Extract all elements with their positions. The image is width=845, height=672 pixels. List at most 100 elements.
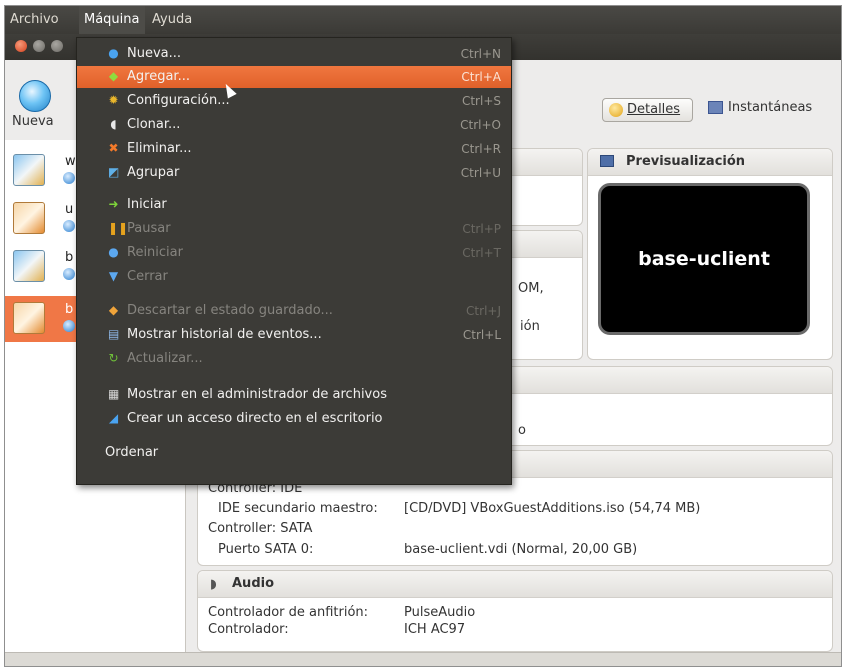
new-vm-icon[interactable] bbox=[19, 80, 51, 112]
menu-item-label: Reiniciar bbox=[127, 245, 183, 260]
maximize-window-icon[interactable] bbox=[51, 40, 63, 52]
menu-item-ordenar[interactable]: Ordenar bbox=[77, 442, 511, 464]
menu-item-label: Configuración... bbox=[127, 93, 230, 108]
delete-icon: ✖ bbox=[108, 141, 119, 155]
storage-ide-value: [CD/DVD] VBoxGuestAdditions.iso (54,74 M… bbox=[404, 501, 701, 516]
snapshots-button[interactable]: Instantáneas bbox=[728, 100, 812, 115]
menu-item-actualizar: ↻ Actualizar... bbox=[77, 348, 511, 370]
menu-item-label: Ordenar bbox=[105, 445, 159, 460]
start-icon: ➜ bbox=[108, 197, 119, 211]
menu-item-descartar: ◆ Descartar el estado guardado... Ctrl+J bbox=[77, 300, 511, 322]
system-partial-text: OM, bbox=[518, 281, 544, 296]
add-icon: ◆ bbox=[108, 69, 119, 83]
machine-menu: ● Nueva... Ctrl+N ◆ Agregar... Ctrl+A ✹ … bbox=[76, 37, 512, 485]
menu-item-label: Actualizar... bbox=[127, 351, 203, 366]
menu-item-label: Cerrar bbox=[127, 269, 168, 284]
vm-name: w bbox=[65, 154, 76, 169]
display-partial-text: o bbox=[518, 423, 526, 438]
speaker-icon: ◗ bbox=[210, 577, 217, 592]
gear-icon bbox=[609, 103, 623, 117]
close-icon: ▼ bbox=[108, 269, 119, 283]
settings-icon: ✹ bbox=[108, 93, 119, 107]
log-icon: ▤ bbox=[108, 327, 120, 341]
audio-title: Audio bbox=[232, 576, 275, 591]
menu-item-label: Eliminar... bbox=[127, 141, 192, 156]
details-button[interactable]: Detalles bbox=[602, 98, 693, 122]
reset-icon: ● bbox=[108, 245, 119, 259]
menu-item-eliminar[interactable]: ✖ Eliminar... Ctrl+R bbox=[77, 138, 511, 160]
menu-item-label: Agrupar bbox=[127, 165, 180, 180]
card-header[interactable]: ◗ Audio bbox=[198, 571, 832, 598]
menu-item-historial[interactable]: ▤ Mostrar historial de eventos... Ctrl+L bbox=[77, 324, 511, 346]
windows-7-icon bbox=[13, 250, 45, 282]
audio-card: ◗ Audio Controlador de anfitrión: PulseA… bbox=[197, 570, 833, 652]
clone-icon: ◖ bbox=[110, 117, 117, 131]
menu-archivo[interactable]: Archivo bbox=[5, 6, 64, 34]
vm-name: b bbox=[65, 250, 74, 265]
menu-item-shortcut: Ctrl+O bbox=[460, 118, 501, 132]
ubuntu-icon bbox=[13, 202, 45, 234]
discard-icon: ◆ bbox=[108, 303, 119, 317]
storage-controller-sata: Controller: SATA bbox=[208, 521, 313, 536]
menu-item-label: Descartar el estado guardado... bbox=[127, 303, 333, 318]
menu-item-cerrar: ▼ Cerrar bbox=[77, 266, 511, 288]
menu-item-label: Nueva... bbox=[127, 46, 182, 61]
menu-item-label: Iniciar bbox=[127, 197, 167, 212]
menu-item-shortcut: Ctrl+T bbox=[462, 246, 501, 260]
menu-item-label: Agregar... bbox=[127, 69, 190, 84]
menu-item-iniciar[interactable]: ➜ Iniciar bbox=[77, 194, 511, 216]
system-partial-text: ión bbox=[520, 319, 540, 334]
menu-item-reiniciar: ● Reiniciar Ctrl+T bbox=[77, 242, 511, 264]
refresh-icon: ↻ bbox=[108, 351, 119, 365]
new-icon: ● bbox=[108, 46, 119, 60]
menu-item-nueva[interactable]: ● Nueva... Ctrl+N bbox=[77, 43, 511, 65]
menu-item-mostrar-archivos[interactable]: ▦ Mostrar en el administrador de archivo… bbox=[77, 384, 511, 406]
menu-item-crear-acceso[interactable]: ◢ Crear un acceso directo en el escritor… bbox=[77, 408, 511, 430]
menu-item-shortcut: Ctrl+J bbox=[466, 304, 501, 318]
menu-item-label: Pausar bbox=[127, 221, 171, 236]
menu-item-clonar[interactable]: ◖ Clonar... Ctrl+O bbox=[77, 114, 511, 136]
storage-ide-label: IDE secundario maestro: bbox=[218, 501, 378, 516]
close-window-icon[interactable] bbox=[15, 40, 27, 52]
audio-host-value: PulseAudio bbox=[404, 605, 476, 620]
audio-controller-label: Controlador: bbox=[208, 622, 289, 637]
menu-item-label: Crear un acceso directo en el escritorio bbox=[127, 411, 383, 426]
menu-ayuda[interactable]: Ayuda bbox=[147, 6, 197, 34]
minimize-window-icon[interactable] bbox=[33, 40, 45, 52]
menu-item-pausar: ❚❚ Pausar Ctrl+P bbox=[77, 218, 511, 240]
group-icon: ◩ bbox=[108, 165, 120, 179]
audio-controller-value: ICH AC97 bbox=[404, 622, 466, 637]
menu-item-label: Mostrar historial de eventos... bbox=[127, 327, 322, 342]
menu-item-agregar[interactable]: ◆ Agregar... Ctrl+A bbox=[77, 66, 511, 88]
menu-item-shortcut: Ctrl+A bbox=[461, 70, 501, 84]
preview-title: Previsualización bbox=[626, 154, 746, 169]
menu-bar: Archivo Máquina Ayuda bbox=[5, 6, 841, 34]
storage-sata-label: Puerto SATA 0: bbox=[218, 542, 314, 557]
preview-vm-name: base-uclient bbox=[638, 248, 770, 270]
vm-name: u bbox=[65, 202, 74, 217]
shortcut-icon: ◢ bbox=[108, 411, 119, 425]
state-icon bbox=[63, 320, 75, 332]
storage-sata-value: base-uclient.vdi (Normal, 20,00 GB) bbox=[404, 542, 638, 557]
vm-preview-screen: base-uclient bbox=[598, 183, 810, 335]
menu-item-agrupar[interactable]: ◩ Agrupar Ctrl+U bbox=[77, 162, 511, 184]
menu-maquina[interactable]: Máquina bbox=[79, 6, 145, 34]
monitor-icon bbox=[600, 155, 614, 167]
state-icon bbox=[63, 220, 75, 232]
menu-item-shortcut: Ctrl+U bbox=[460, 166, 501, 180]
menu-item-shortcut: Ctrl+P bbox=[462, 222, 501, 236]
state-icon bbox=[63, 172, 75, 184]
state-icon bbox=[63, 268, 75, 280]
pause-icon: ❚❚ bbox=[108, 221, 129, 235]
menu-item-shortcut: Ctrl+R bbox=[461, 142, 501, 156]
card-header: Previsualización bbox=[588, 149, 832, 176]
menu-item-label: Mostrar en el administrador de archivos bbox=[127, 387, 387, 402]
new-vm-button[interactable]: Nueva bbox=[12, 114, 54, 129]
status-bar bbox=[5, 652, 841, 666]
menu-item-shortcut: Ctrl+S bbox=[461, 94, 501, 108]
camera-icon[interactable] bbox=[708, 101, 723, 114]
menu-item-shortcut: Ctrl+L bbox=[462, 328, 501, 342]
ubuntu-icon bbox=[13, 302, 45, 334]
menu-item-configuracion[interactable]: ✹ Configuración... Ctrl+S bbox=[77, 90, 511, 112]
menu-item-shortcut: Ctrl+N bbox=[460, 47, 501, 61]
